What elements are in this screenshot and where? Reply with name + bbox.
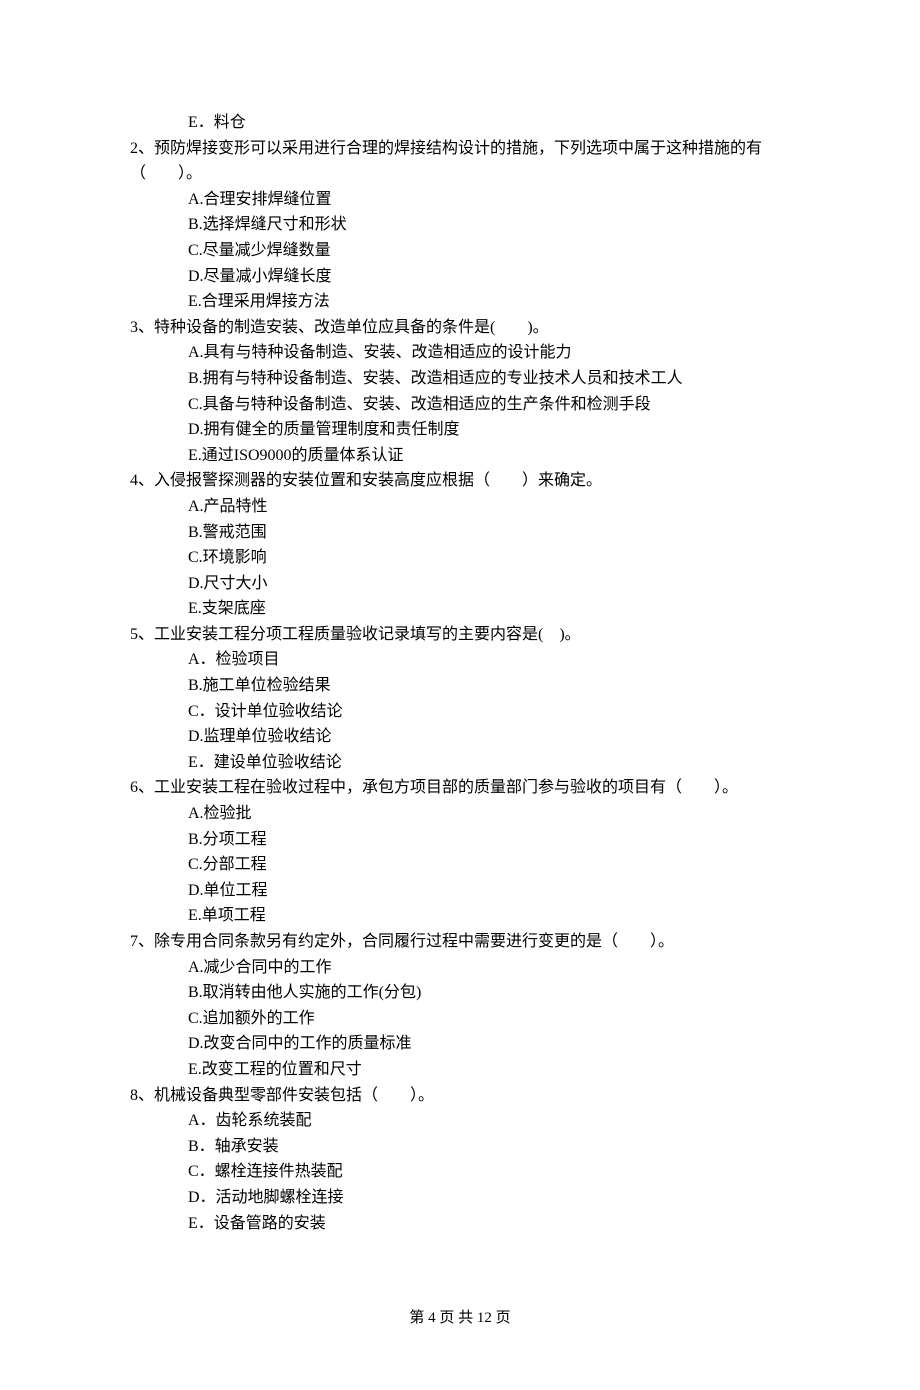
question-text: 6、工业安装工程在验收过程中，承包方项目部的质量部门参与验收的项目有（ ）。 xyxy=(130,775,790,801)
question-4: 4、入侵报警探测器的安装位置和安装高度应根据（ ）来确定。 A.产品特性 B.警… xyxy=(130,468,790,622)
option-text: D.监理单位验收结论 xyxy=(130,724,790,750)
question-text: 2、预防焊接变形可以采用进行合理的焊接结构设计的措施，下列选项中属于这种措施的有… xyxy=(130,136,790,187)
option-text: D.单位工程 xyxy=(130,878,790,904)
question-stem: 机械设备典型零部件安装包括（ ）。 xyxy=(154,1087,434,1104)
option-text: B.拥有与特种设备制造、安装、改造相适应的专业技术人员和技术工人 xyxy=(130,366,790,392)
option-text: C.具备与特种设备制造、安装、改造相适应的生产条件和检测手段 xyxy=(130,392,790,418)
page-footer: 第 4 页 共 12 页 xyxy=(130,1306,790,1330)
question-6: 6、工业安装工程在验收过程中，承包方项目部的质量部门参与验收的项目有（ ）。 A… xyxy=(130,775,790,929)
question-text: 3、特种设备的制造安装、改造单位应具备的条件是( )。 xyxy=(130,315,790,341)
option-text: B.选择焊缝尺寸和形状 xyxy=(130,212,790,238)
option-text: C.环境影响 xyxy=(130,545,790,571)
question-number: 8、 xyxy=(130,1087,154,1104)
question-stem: 除专用合同条款另有约定外，合同履行过程中需要进行变更的是（ ）。 xyxy=(154,933,674,950)
question-stem: 入侵报警探测器的安装位置和安装高度应根据（ ）来确定。 xyxy=(154,472,602,489)
question-number: 3、 xyxy=(130,319,154,336)
option-text: D.尺寸大小 xyxy=(130,571,790,597)
question-8: 8、机械设备典型零部件安装包括（ ）。 A．齿轮系统装配 B．轴承安装 C．螺栓… xyxy=(130,1083,790,1237)
option-text: C．设计单位验收结论 xyxy=(130,699,790,725)
option-text: B.分项工程 xyxy=(130,827,790,853)
option-text: A．齿轮系统装配 xyxy=(130,1108,790,1134)
question-number: 6、 xyxy=(130,779,154,796)
option-text: C.分部工程 xyxy=(130,852,790,878)
question-text: 8、机械设备典型零部件安装包括（ ）。 xyxy=(130,1083,790,1109)
option-text: E.单项工程 xyxy=(130,903,790,929)
question-text: 7、除专用合同条款另有约定外，合同履行过程中需要进行变更的是（ ）。 xyxy=(130,929,790,955)
question-5: 5、工业安装工程分项工程质量验收记录填写的主要内容是( )。 A．检验项目 B.… xyxy=(130,622,790,776)
question-number: 7、 xyxy=(130,933,154,950)
option-text: C.追加额外的工作 xyxy=(130,1006,790,1032)
option-text: B.施工单位检验结果 xyxy=(130,673,790,699)
option-text: E.合理采用焊接方法 xyxy=(130,289,790,315)
option-text: D.尽量减小焊缝长度 xyxy=(130,264,790,290)
option-text: D.拥有健全的质量管理制度和责任制度 xyxy=(130,417,790,443)
option-text: C．螺栓连接件热装配 xyxy=(130,1159,790,1185)
option-text: D.改变合同中的工作的质量标准 xyxy=(130,1031,790,1057)
question-stem: 工业安装工程在验收过程中，承包方项目部的质量部门参与验收的项目有（ ）。 xyxy=(154,779,738,796)
question-number: 4、 xyxy=(130,472,154,489)
question-text: 4、入侵报警探测器的安装位置和安装高度应根据（ ）来确定。 xyxy=(130,468,790,494)
question-2: 2、预防焊接变形可以采用进行合理的焊接结构设计的措施，下列选项中属于这种措施的有… xyxy=(130,136,790,315)
option-text: E．设备管路的安装 xyxy=(130,1211,790,1237)
question-stem: 工业安装工程分项工程质量验收记录填写的主要内容是( )。 xyxy=(154,626,581,643)
option-text: A.检验批 xyxy=(130,801,790,827)
option-text: E.改变工程的位置和尺寸 xyxy=(130,1057,790,1083)
option-text: A.合理安排焊缝位置 xyxy=(130,187,790,213)
option-text: E.支架底座 xyxy=(130,596,790,622)
option-text: E.通过ISO9000的质量体系认证 xyxy=(130,443,790,469)
option-text: A.产品特性 xyxy=(130,494,790,520)
question-stem: 特种设备的制造安装、改造单位应具备的条件是( )。 xyxy=(154,319,549,336)
option-text: E．建设单位验收结论 xyxy=(130,750,790,776)
option-text: A．检验项目 xyxy=(130,647,790,673)
option-text: A.具有与特种设备制造、安装、改造相适应的设计能力 xyxy=(130,340,790,366)
option-text: A.减少合同中的工作 xyxy=(130,955,790,981)
question-text: 5、工业安装工程分项工程质量验收记录填写的主要内容是( )。 xyxy=(130,622,790,648)
option-text: B．轴承安装 xyxy=(130,1134,790,1160)
question-stem: 预防焊接变形可以采用进行合理的焊接结构设计的措施，下列选项中属于这种措施的有（ … xyxy=(130,140,762,183)
option-text: B.警戒范围 xyxy=(130,520,790,546)
option-text: D．活动地脚螺栓连接 xyxy=(130,1185,790,1211)
question-7: 7、除专用合同条款另有约定外，合同履行过程中需要进行变更的是（ ）。 A.减少合… xyxy=(130,929,790,1083)
option-text: C.尽量减少焊缝数量 xyxy=(130,238,790,264)
option-text: E．料仓 xyxy=(130,110,790,136)
question-number: 5、 xyxy=(130,626,154,643)
question-number: 2、 xyxy=(130,140,154,157)
question-3: 3、特种设备的制造安装、改造单位应具备的条件是( )。 A.具有与特种设备制造、… xyxy=(130,315,790,469)
option-text: B.取消转由他人实施的工作(分包) xyxy=(130,980,790,1006)
